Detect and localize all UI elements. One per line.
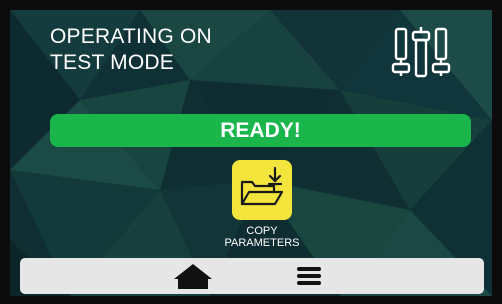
copy-label-line1: COPY (246, 225, 278, 237)
hamburger-menu-icon (297, 267, 321, 285)
mode-title-line2: TEST MODE (50, 51, 174, 74)
menu-button[interactable] (289, 261, 329, 291)
home-button[interactable] (172, 261, 214, 291)
status-ready-banner: READY! (50, 114, 471, 147)
mode-title: OPERATING ON TEST MODE (50, 24, 212, 76)
copy-label-line2: PARAMETERS (224, 237, 300, 249)
screen: OPERATING ON TEST MODE READY! COPY PARAM… (10, 10, 492, 296)
sliders-icon (391, 27, 451, 78)
device-frame: OPERATING ON TEST MODE READY! COPY PARAM… (0, 0, 502, 304)
settings-button[interactable] (388, 26, 454, 78)
mode-title-line1: OPERATING ON (50, 25, 212, 48)
bottom-navigation-bar (20, 258, 484, 294)
copy-parameters-button[interactable] (232, 160, 292, 220)
home-icon (174, 264, 212, 289)
folder-download-icon (240, 166, 284, 206)
copy-parameters-label: COPY PARAMETERS (202, 225, 322, 249)
